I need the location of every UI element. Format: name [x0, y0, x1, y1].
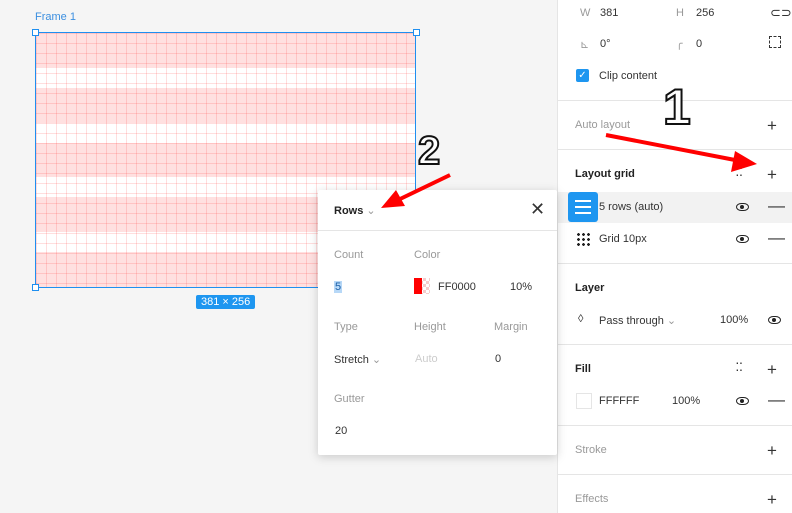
arrow-one-head: [731, 151, 757, 172]
annotation-number-one: 1: [663, 79, 691, 135]
annotation-number-two: 2: [418, 129, 440, 173]
annotation-layer: 1 2: [381, 78, 757, 208]
arrow-two: [397, 173, 451, 202]
arrow-one: [605, 133, 736, 162]
